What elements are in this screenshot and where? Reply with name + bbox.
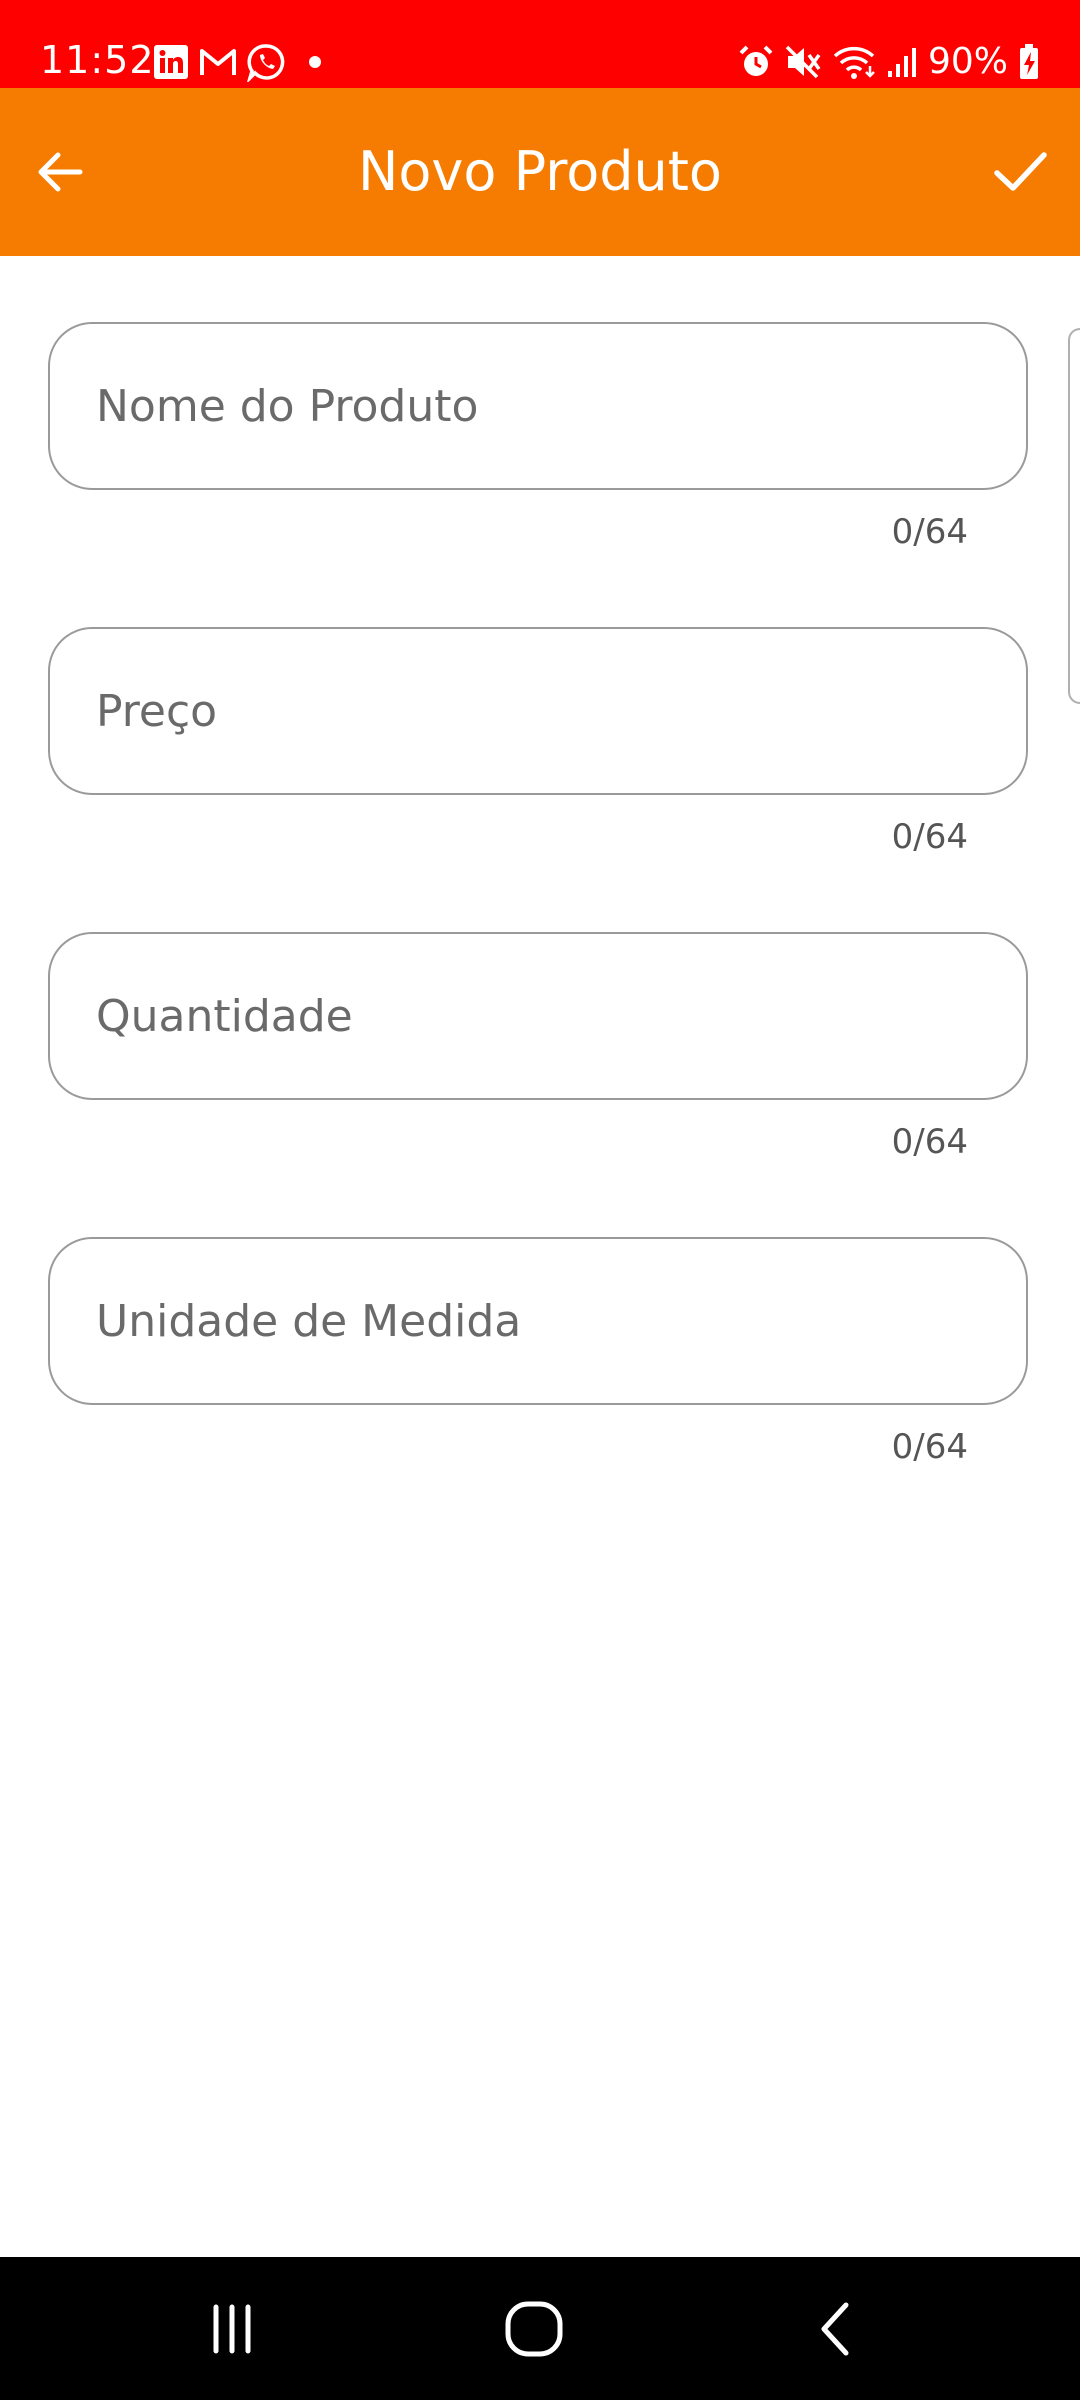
price-counter: 0/64 [891, 817, 968, 857]
alarm-icon [738, 44, 774, 80]
recents-icon [182, 2287, 282, 2371]
app-bar: Novo Produto [0, 88, 1080, 256]
battery-charging-icon [1018, 43, 1040, 81]
edge-panel-handle[interactable] [1068, 328, 1080, 704]
field-price: 0/64 [48, 627, 1032, 857]
product-name-input[interactable] [96, 324, 986, 488]
navigation-bar [0, 2257, 1080, 2400]
mute-icon [784, 44, 822, 80]
unit-of-measure-box[interactable] [48, 1237, 1028, 1405]
back-button[interactable] [20, 132, 100, 212]
field-quantity: 0/64 [48, 932, 1032, 1162]
signal-icon [886, 45, 918, 79]
page-title: Novo Produto [358, 140, 722, 203]
wifi-icon [832, 44, 876, 80]
field-product-name: 0/64 [48, 322, 1032, 552]
back-icon [786, 2287, 886, 2371]
product-name-box[interactable] [48, 322, 1028, 490]
check-icon [980, 132, 1060, 212]
recents-button[interactable] [182, 2287, 282, 2371]
dot-icon [308, 55, 322, 69]
status-time: 11:52 [40, 38, 155, 82]
field-unit-of-measure: 0/64 [48, 1237, 1032, 1467]
system-back-button[interactable] [786, 2287, 886, 2371]
battery-percentage: 90% [927, 41, 1008, 82]
whatsapp-icon [246, 42, 286, 82]
home-icon [484, 2287, 584, 2371]
system-status: 90% [738, 40, 1040, 84]
quantity-counter: 0/64 [891, 1122, 968, 1162]
quantity-input[interactable] [96, 934, 986, 1098]
quantity-box[interactable] [48, 932, 1028, 1100]
confirm-button[interactable] [980, 132, 1060, 212]
home-button[interactable] [484, 2287, 584, 2371]
arrow-left-icon [20, 132, 100, 212]
notification-icons [152, 40, 322, 84]
price-input[interactable] [96, 629, 986, 793]
unit-of-measure-counter: 0/64 [891, 1427, 968, 1467]
unit-of-measure-input[interactable] [96, 1239, 986, 1403]
status-bar: 11:52 90% [0, 0, 1080, 88]
product-name-counter: 0/64 [891, 512, 968, 552]
gmail-icon [198, 45, 238, 79]
price-box[interactable] [48, 627, 1028, 795]
linkedin-icon [152, 43, 190, 81]
